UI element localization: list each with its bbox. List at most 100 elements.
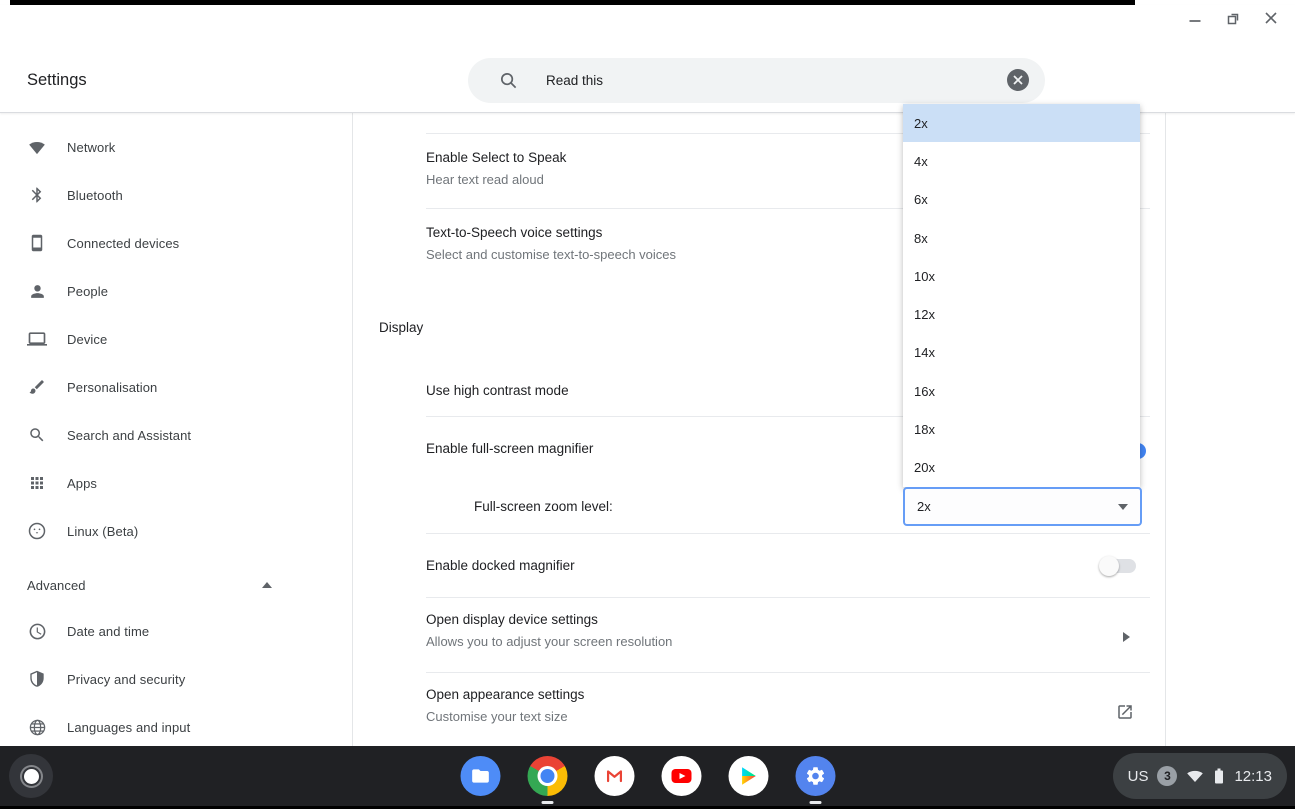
person-icon xyxy=(27,281,47,301)
row-title: Open appearance settings xyxy=(426,687,585,702)
sidebar-item-bluetooth[interactable]: Bluetooth xyxy=(0,171,352,219)
files-app-button[interactable] xyxy=(460,756,500,796)
advanced-label: Advanced xyxy=(27,577,86,593)
row-subtitle: Allows you to adjust your screen resolut… xyxy=(426,634,673,649)
running-indicator xyxy=(541,801,553,804)
dropdown-option-8x[interactable]: 8x xyxy=(903,219,1140,257)
sidebar-item-label: Privacy and security xyxy=(67,671,186,687)
restore-icon xyxy=(1227,13,1238,24)
sidebar-item-people[interactable]: People xyxy=(0,267,352,315)
sidebar-item-label: Personalisation xyxy=(67,379,158,395)
sidebar-item-label: Bluetooth xyxy=(67,187,123,203)
sidebar-item-label: Date and time xyxy=(67,623,150,639)
dropdown-option-12x[interactable]: 12x xyxy=(903,295,1140,333)
sidebar-item-label: People xyxy=(67,283,109,299)
chrome-icon xyxy=(527,756,567,796)
settings-header: Settings xyxy=(0,5,1295,113)
youtube-app-button[interactable] xyxy=(661,756,701,796)
advanced-section-toggle[interactable]: Advanced xyxy=(0,563,352,607)
search-input[interactable] xyxy=(546,73,926,88)
sidebar-item-label: Connected devices xyxy=(67,235,180,251)
row-display-device-settings[interactable]: Open display device settings Allows you … xyxy=(426,597,1150,672)
wifi-icon xyxy=(27,137,47,157)
docked-magnifier-toggle[interactable] xyxy=(1099,555,1136,576)
page-title: Settings xyxy=(27,71,87,89)
sidebar-item-label: Network xyxy=(67,139,116,155)
play-store-app-button[interactable] xyxy=(728,756,768,796)
clear-search-button[interactable] xyxy=(1007,69,1029,91)
chrome-app-button[interactable] xyxy=(527,756,567,804)
sidebar-item-label: Device xyxy=(67,331,108,347)
dropdown-option-14x[interactable]: 14x xyxy=(903,334,1140,372)
sidebar-item-privacy-security[interactable]: Privacy and security xyxy=(0,655,352,703)
window-controls xyxy=(1187,10,1279,26)
external-link-icon xyxy=(1116,703,1134,726)
dropdown-option-20x[interactable]: 20x xyxy=(903,449,1140,487)
smartphone-icon xyxy=(27,233,47,253)
shelf-apps xyxy=(460,746,835,806)
minimize-icon xyxy=(1189,20,1201,22)
bluetooth-icon xyxy=(27,185,47,205)
clock-icon xyxy=(27,621,47,641)
sidebar-item-linux[interactable]: Linux (Beta) xyxy=(0,507,352,555)
sidebar-item-connected-devices[interactable]: Connected devices xyxy=(0,219,352,267)
sidebar-item-device[interactable]: Device xyxy=(0,315,352,363)
clock-time: 12:13 xyxy=(1234,767,1272,785)
globe-icon xyxy=(27,717,47,737)
chevron-down-icon xyxy=(1118,503,1128,510)
gmail-icon xyxy=(594,756,634,796)
running-indicator xyxy=(809,801,821,804)
battery-icon xyxy=(1215,768,1224,784)
sidebar-item-personalisation[interactable]: Personalisation xyxy=(0,363,352,411)
search-icon xyxy=(500,72,517,89)
notification-count-badge: 3 xyxy=(1157,766,1178,786)
dropdown-option-6x[interactable]: 6x xyxy=(903,181,1140,219)
sidebar-item-network[interactable]: Network xyxy=(0,123,352,171)
search-bar[interactable] xyxy=(468,58,1045,103)
shield-icon xyxy=(27,669,47,689)
sidebar-item-search-assistant[interactable]: Search and Assistant xyxy=(0,411,352,459)
dropdown-option-4x[interactable]: 4x xyxy=(903,142,1140,180)
keyboard-layout-label: US xyxy=(1127,767,1149,785)
section-header-display: Display xyxy=(379,320,424,335)
toggle-thumb xyxy=(1099,555,1119,576)
dropdown-option-16x[interactable]: 16x xyxy=(903,372,1140,410)
clear-x-icon xyxy=(1013,75,1023,85)
zoom-level-select[interactable]: 2x xyxy=(903,487,1142,526)
wifi-status-icon xyxy=(1187,770,1204,782)
youtube-icon xyxy=(661,756,701,796)
row-docked-magnifier[interactable]: Enable docked magnifier xyxy=(426,533,1150,597)
close-icon xyxy=(1265,12,1277,24)
gmail-app-button[interactable] xyxy=(594,756,634,796)
dropdown-option-18x[interactable]: 18x xyxy=(903,410,1140,448)
status-tray[interactable]: US 3 12:13 xyxy=(1112,753,1287,799)
chromeos-settings-screen: Settings Network Bluetooth xyxy=(0,0,1295,809)
row-subtitle: Customise your text size xyxy=(426,709,568,724)
launcher-button[interactable] xyxy=(9,754,53,798)
minimize-button[interactable] xyxy=(1187,10,1203,26)
row-appearance-settings[interactable]: Open appearance settings Customise your … xyxy=(426,672,1150,745)
row-title: Enable full-screen magnifier xyxy=(426,440,594,456)
dropdown-option-10x[interactable]: 10x xyxy=(903,257,1140,295)
launcher-icon xyxy=(23,768,39,784)
files-icon xyxy=(460,756,500,796)
sidebar-item-label: Apps xyxy=(67,475,98,491)
collapse-caret-icon xyxy=(262,582,272,588)
sidebar-item-languages-input[interactable]: Languages and input xyxy=(0,703,352,751)
chevron-right-icon xyxy=(1123,632,1130,642)
penguin-icon xyxy=(27,521,47,541)
settings-app-button[interactable] xyxy=(795,756,835,804)
chromeos-shelf: US 3 12:13 xyxy=(0,746,1295,809)
select-value: 2x xyxy=(917,499,931,514)
close-button[interactable] xyxy=(1263,10,1279,26)
laptop-icon xyxy=(27,329,47,349)
row-title: Enable docked magnifier xyxy=(426,557,575,573)
restore-button[interactable] xyxy=(1225,10,1241,26)
dropdown-option-2x[interactable]: 2x xyxy=(903,104,1140,143)
sidebar-item-label: Linux (Beta) xyxy=(67,523,139,539)
sidebar-item-apps[interactable]: Apps xyxy=(0,459,352,507)
brush-icon xyxy=(27,377,47,397)
sidebar-item-date-time[interactable]: Date and time xyxy=(0,607,352,655)
apps-grid-icon xyxy=(27,473,47,493)
zoom-level-label: Full-screen zoom level: xyxy=(474,498,613,514)
